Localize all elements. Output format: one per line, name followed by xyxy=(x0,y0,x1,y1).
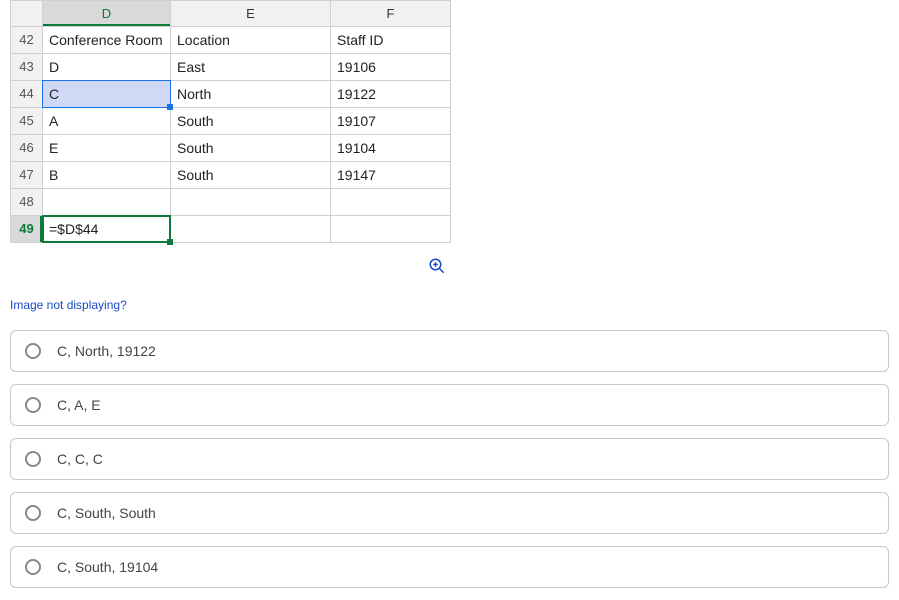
option-5[interactable]: C, South, 19104 xyxy=(10,546,889,588)
corner-cell xyxy=(11,1,43,27)
cell[interactable]: 19122 xyxy=(331,81,451,108)
cell-value: C xyxy=(49,86,59,102)
column-header-row: D E F xyxy=(11,1,451,27)
cell[interactable]: South xyxy=(171,162,331,189)
cell[interactable]: E xyxy=(43,135,171,162)
row-header[interactable]: 44 xyxy=(11,81,43,108)
spreadsheet[interactable]: D E F 42 Conference Room Location Staff … xyxy=(10,0,451,243)
cell[interactable]: 19107 xyxy=(331,108,451,135)
option-label: C, A, E xyxy=(57,397,101,413)
cell[interactable]: Conference Room xyxy=(43,27,171,54)
cell[interactable]: East xyxy=(171,54,331,81)
row-header[interactable]: 43 xyxy=(11,54,43,81)
cell[interactable]: South xyxy=(171,108,331,135)
option-label: C, South, 19104 xyxy=(57,559,158,575)
radio-icon xyxy=(25,451,41,467)
reference-outline xyxy=(42,80,171,108)
option-label: C, North, 19122 xyxy=(57,343,156,359)
table-row: 46 E South 19104 xyxy=(11,135,451,162)
cell[interactable]: 19104 xyxy=(331,135,451,162)
row-header[interactable]: 49 xyxy=(11,216,43,243)
col-header-F[interactable]: F xyxy=(331,1,451,27)
cell[interactable] xyxy=(171,216,331,243)
col-header-D[interactable]: D xyxy=(43,1,171,27)
table-row: 48 xyxy=(11,189,451,216)
table-row: 44 C North 19122 xyxy=(11,81,451,108)
row-header[interactable]: 48 xyxy=(11,189,43,216)
cell[interactable]: 19147 xyxy=(331,162,451,189)
active-cell[interactable]: =$D$44 xyxy=(43,216,171,243)
option-label: C, C, C xyxy=(57,451,103,467)
option-label: C, South, South xyxy=(57,505,156,521)
option-3[interactable]: C, C, C xyxy=(10,438,889,480)
formula-text: =$D$44 xyxy=(49,221,98,237)
cell[interactable]: Staff ID xyxy=(331,27,451,54)
cell-referenced[interactable]: C xyxy=(43,81,171,108)
radio-icon xyxy=(25,397,41,413)
table-row: 49 =$D$44 xyxy=(11,216,451,243)
cell[interactable]: B xyxy=(43,162,171,189)
row-header[interactable]: 42 xyxy=(11,27,43,54)
row-header[interactable]: 47 xyxy=(11,162,43,189)
row-header[interactable]: 45 xyxy=(11,108,43,135)
cell[interactable]: Location xyxy=(171,27,331,54)
cell[interactable]: North xyxy=(171,81,331,108)
zoom-in-icon[interactable] xyxy=(428,257,446,278)
table-row: 43 D East 19106 xyxy=(11,54,451,81)
table-row: 47 B South 19147 xyxy=(11,162,451,189)
radio-icon xyxy=(25,505,41,521)
table-row: 42 Conference Room Location Staff ID xyxy=(11,27,451,54)
cell[interactable] xyxy=(331,216,451,243)
cell[interactable]: D xyxy=(43,54,171,81)
cell[interactable] xyxy=(171,189,331,216)
option-1[interactable]: C, North, 19122 xyxy=(10,330,889,372)
cell[interactable]: South xyxy=(171,135,331,162)
cell[interactable] xyxy=(331,189,451,216)
option-4[interactable]: C, South, South xyxy=(10,492,889,534)
radio-icon xyxy=(25,559,41,575)
option-2[interactable]: C, A, E xyxy=(10,384,889,426)
cell[interactable] xyxy=(43,189,171,216)
image-not-displaying-link[interactable]: Image not displaying? xyxy=(10,298,127,312)
cell[interactable]: 19106 xyxy=(331,54,451,81)
radio-icon xyxy=(25,343,41,359)
row-header[interactable]: 46 xyxy=(11,135,43,162)
answer-options: C, North, 19122 C, A, E C, C, C C, South… xyxy=(10,330,889,588)
table-row: 45 A South 19107 xyxy=(11,108,451,135)
cell[interactable]: A xyxy=(43,108,171,135)
col-header-E[interactable]: E xyxy=(171,1,331,27)
